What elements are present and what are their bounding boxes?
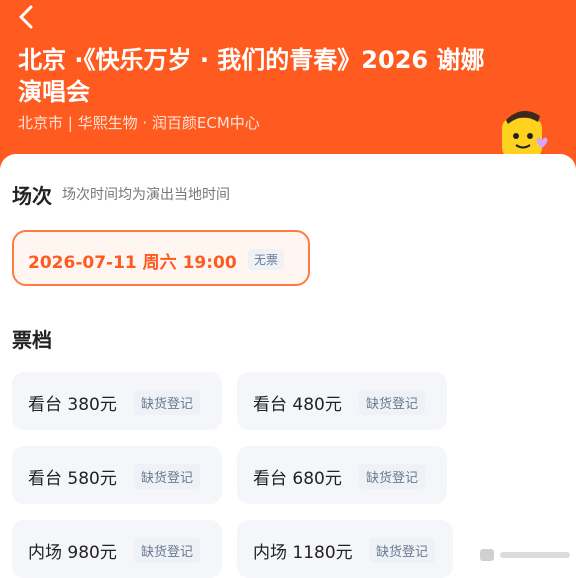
session-section-title: 场次	[12, 184, 52, 208]
booking-card: 场次 场次时间均为演出当地时间 2026-07-11 周六 19:00 无票 票…	[0, 154, 576, 578]
ticket-status-badge: 缺货登记	[359, 390, 426, 415]
tickets-section-title: 票档	[12, 328, 52, 352]
ticket-tier[interactable]: 看台 580元 缺货登记	[12, 446, 222, 504]
ticket-tier[interactable]: 看台 680元 缺货登记	[237, 446, 447, 504]
session-note: 场次时间均为演出当地时间	[62, 187, 230, 203]
session-status-badge: 无票	[248, 249, 285, 270]
watermark-graphic	[480, 549, 570, 561]
ticket-tier[interactable]: 内场 980元 缺货登记	[12, 520, 222, 578]
ticket-tier[interactable]: 看台 480元 缺货登记	[237, 372, 447, 430]
ticket-status-badge: 缺货登记	[359, 464, 426, 489]
ticket-status-badge: 缺货登记	[134, 538, 201, 563]
ticket-tier-label: 看台 680元	[253, 469, 342, 489]
back-arrow-icon[interactable]	[14, 4, 40, 30]
session-date: 2026-07-11 周六 19:00	[28, 253, 237, 273]
ticket-status-badge: 缺货登记	[134, 390, 201, 415]
event-title: 北京 ·《快乐万岁 · 我们的青春》2026 谢娜演唱会	[18, 46, 485, 106]
ticket-tier[interactable]: 内场 1180元 缺货登记	[237, 520, 453, 578]
event-venue: 北京市 | 华熙生物 · 润百颜ECM中心	[18, 114, 260, 132]
session-option[interactable]: 2026-07-11 周六 19:00 无票	[12, 230, 310, 286]
ticket-tier-label: 内场 980元	[28, 543, 117, 563]
ticket-tier[interactable]: 看台 380元 缺货登记	[12, 372, 222, 430]
ticket-tier-label: 内场 1180元	[253, 543, 353, 563]
ticket-tier-label: 看台 480元	[253, 395, 342, 415]
ticket-tier-label: 看台 380元	[28, 395, 117, 415]
ticket-tier-label: 看台 580元	[28, 469, 117, 489]
ticket-status-badge: 缺货登记	[134, 464, 201, 489]
ticket-status-badge: 缺货登记	[369, 538, 436, 563]
